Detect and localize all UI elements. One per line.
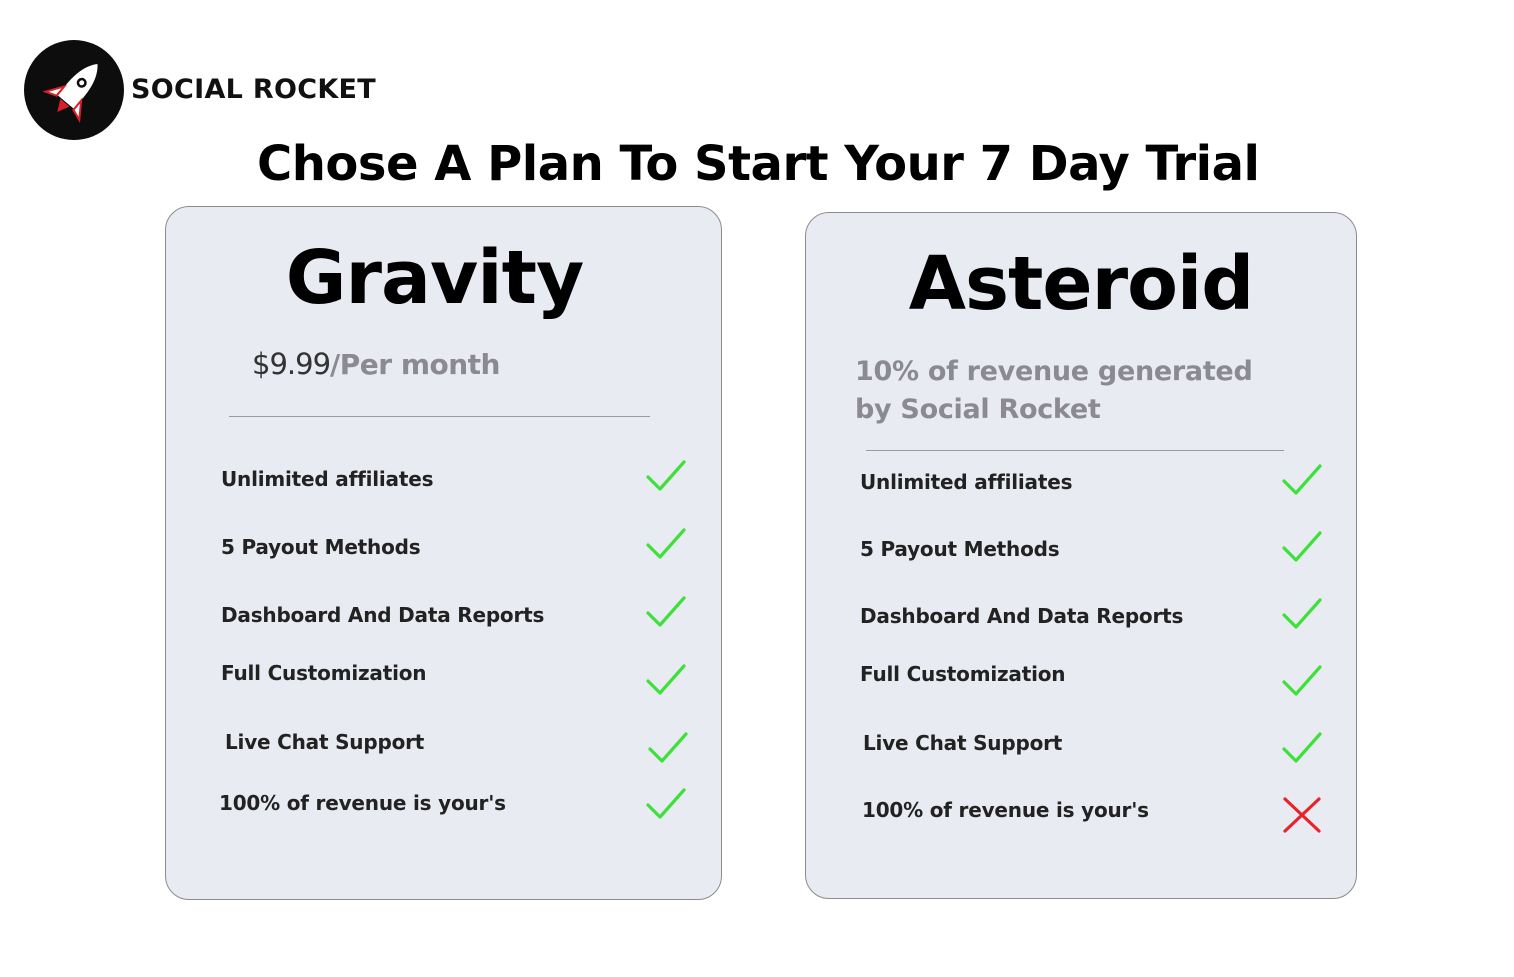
- check-icon: [1282, 531, 1322, 562]
- price-amount: $9.99: [252, 347, 331, 381]
- plan-price: $9.99/Per month: [252, 347, 500, 381]
- plan-card-asteroid[interactable]: Asteroid 10% of revenue generated by Soc…: [805, 212, 1357, 899]
- feature-label: 5 Payout Methods: [221, 535, 421, 559]
- feature-label: Live Chat Support: [225, 730, 425, 754]
- check-icon: [646, 596, 686, 627]
- check-icon: [646, 664, 686, 695]
- rocket-icon: [24, 40, 124, 140]
- check-icon: [646, 528, 686, 559]
- plan-name: Gravity: [285, 235, 584, 321]
- price-period: /Per month: [330, 348, 500, 381]
- feature-label: Dashboard And Data Reports: [860, 604, 1184, 628]
- plan-name: Asteroid: [908, 241, 1255, 327]
- check-icon: [646, 788, 686, 819]
- feature-label: Live Chat Support: [863, 731, 1063, 755]
- cross-icon: [1283, 797, 1321, 833]
- feature-label: 100% of revenue is your's: [862, 798, 1149, 822]
- feature-label: 5 Payout Methods: [860, 537, 1060, 561]
- divider: [866, 450, 1284, 451]
- feature-label: Full Customization: [221, 661, 427, 685]
- check-icon: [1282, 464, 1322, 495]
- plan-price-description: 10% of revenue generated by Social Rocke…: [855, 356, 1253, 425]
- page-title: Chose A Plan To Start Your 7 Day Trial: [257, 136, 1260, 192]
- check-icon: [648, 732, 688, 763]
- feature-label: Dashboard And Data Reports: [221, 603, 545, 627]
- feature-label: Full Customization: [860, 662, 1066, 686]
- plan-card-gravity[interactable]: Gravity $9.99/Per month Unlimited affili…: [165, 206, 722, 900]
- divider: [229, 416, 650, 417]
- check-icon: [646, 460, 686, 491]
- social-rocket-logo[interactable]: [24, 40, 124, 140]
- feature-label: Unlimited affiliates: [860, 470, 1073, 494]
- check-icon: [1282, 665, 1322, 696]
- feature-label: Unlimited affiliates: [221, 467, 434, 491]
- brand-name: SOCIAL ROCKET: [131, 74, 377, 105]
- feature-label: 100% of revenue is your's: [219, 791, 506, 815]
- check-icon: [1282, 732, 1322, 763]
- check-icon: [1282, 598, 1322, 629]
